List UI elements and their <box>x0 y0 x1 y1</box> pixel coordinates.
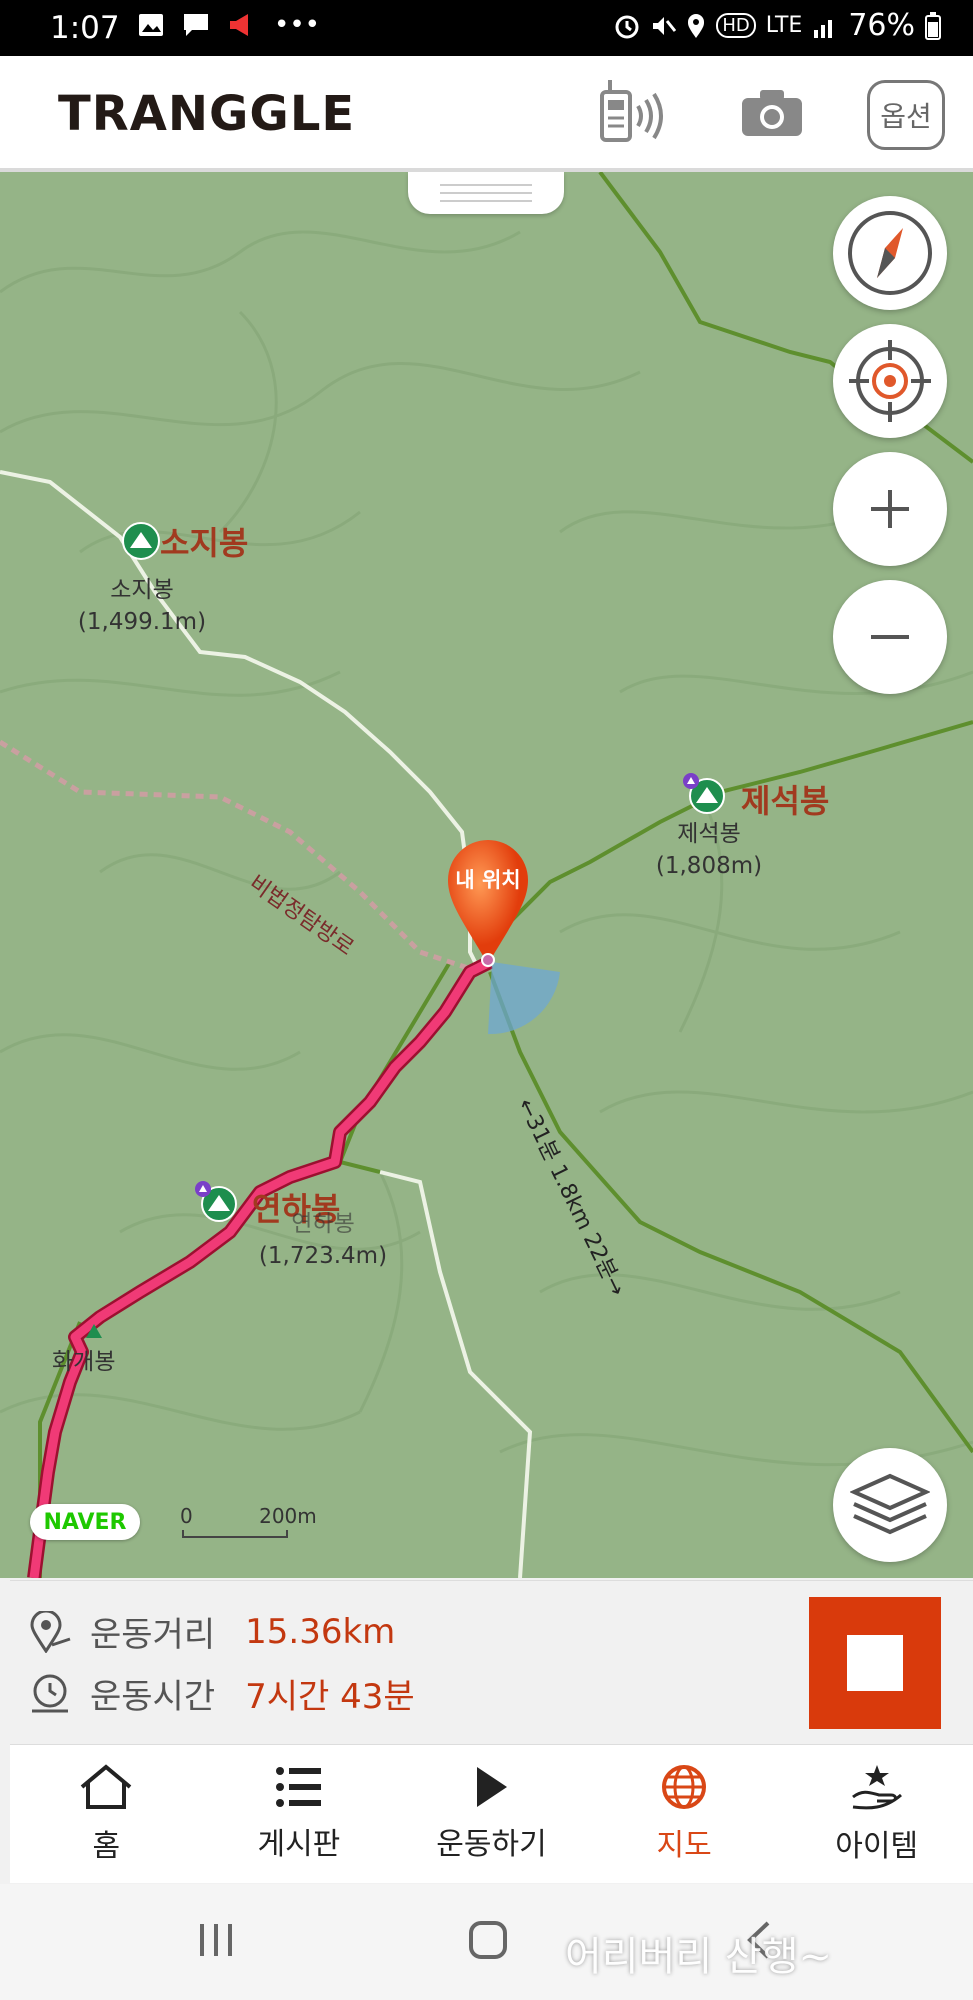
status-time: 1:07 <box>50 10 120 46</box>
play-icon <box>477 1767 508 1807</box>
network-type: LTE <box>765 13 803 38</box>
peak-sublabel: 소지봉 <box>110 577 174 603</box>
compass-button[interactable] <box>833 196 947 310</box>
tab-label: 운동하기 <box>436 1827 547 1862</box>
peak-elevation: (1,723.4m) <box>258 1243 388 1269</box>
unofficial-trail-line <box>0 739 481 975</box>
peak-sublabel: 연하봉 <box>291 1211 355 1237</box>
bottom-tab-bar: 홈 게시판 운동하기 지도 아이템 <box>10 1744 973 1883</box>
tab-board[interactable]: 게시판 <box>203 1745 396 1883</box>
zoom-in-icon <box>871 490 909 528</box>
tab-label: 아이템 <box>835 1829 919 1864</box>
tab-label: 게시판 <box>257 1827 341 1862</box>
peak-marker-icon[interactable] <box>84 1322 104 1340</box>
system-nav-bar: 어리버리 산행~ <box>0 1884 973 2000</box>
peak-title-sojibong[interactable]: 소지봉 <box>160 518 248 564</box>
distance-value: 15.36km <box>245 1611 396 1652</box>
camera-icon <box>742 90 802 136</box>
app-logo: TRANGGLE <box>58 86 356 142</box>
watermark-text: 어리버리 산행~ <box>565 1934 833 1980</box>
alarm-icon <box>615 15 639 38</box>
target-icon <box>849 340 931 422</box>
zoom-out-icon <box>871 635 909 639</box>
more-icon: ••• <box>274 10 321 40</box>
megaphone-icon <box>230 14 248 36</box>
compass-icon <box>848 211 932 295</box>
map-view[interactable]: 소지봉 소지봉 (1,499.1m) 제석봉 제석봉 (1,808m) 연하봉 … <box>0 172 973 1578</box>
tab-items[interactable]: 아이템 <box>780 1745 973 1883</box>
my-location-marker[interactable]: 내 위치 <box>446 836 530 968</box>
signal-icon <box>814 19 833 38</box>
status-system-icons: HD LTE 76% <box>614 8 941 43</box>
location-pin-icon <box>448 840 528 967</box>
time-value: 7시간 43분 <box>245 1677 415 1717</box>
map-provider-badge: NAVER <box>30 1504 140 1540</box>
peak-elevation: (1,808m) <box>655 853 763 879</box>
peak-sublabel: 제석봉 <box>677 821 741 847</box>
peak-marker-icon[interactable] <box>681 772 725 816</box>
home-nav-icon[interactable] <box>468 1920 508 1960</box>
walkie-talkie-button[interactable] <box>592 76 672 148</box>
star-hand-icon <box>851 1765 902 1810</box>
zoom-out-button[interactable] <box>833 580 947 694</box>
time-label: 운동시간 <box>90 1677 216 1717</box>
heading-cone <box>488 962 560 1035</box>
layers-button[interactable] <box>833 1448 947 1562</box>
status-notification-icons: ••• <box>138 10 320 40</box>
recent-apps-icon[interactable] <box>196 1922 236 1958</box>
my-location-label: 내 위치 <box>455 868 521 892</box>
stop-icon <box>847 1635 903 1691</box>
scale-zero: 0 <box>180 1504 193 1528</box>
stop-recording-button[interactable] <box>809 1597 941 1729</box>
tab-label: 지도 <box>656 1828 712 1863</box>
message-icon <box>184 14 208 36</box>
battery-percent: 76% <box>848 8 915 43</box>
peak-info-jeseokbong: 제석봉 (1,808m) <box>648 818 770 882</box>
peak-elevation: (1,499.1m) <box>77 609 207 635</box>
tab-home[interactable]: 홈 <box>10 1745 203 1883</box>
peak-title-jeseokbong[interactable]: 제석봉 <box>741 776 829 822</box>
scale-distance: 200m <box>259 1504 317 1528</box>
layers-icon <box>850 1473 930 1535</box>
peak-info-sojibong: 소지봉 (1,499.1m) <box>76 574 208 638</box>
tab-map[interactable]: 지도 <box>588 1745 781 1883</box>
activity-stats-panel: 운동거리 15.36km 운동시간 7시간 43분 <box>10 1580 973 1743</box>
location-icon <box>688 13 705 38</box>
walkie-talkie-icon <box>600 80 663 142</box>
peak-title-hwagaebong: 화개봉 <box>52 1349 116 1375</box>
peak-marker-icon[interactable] <box>122 522 160 560</box>
distance-pin-icon <box>30 1610 71 1653</box>
distance-stat: 운동거리 15.36km <box>30 1607 395 1656</box>
time-stat: 운동시간 7시간 43분 <box>30 1669 415 1718</box>
locate-me-button[interactable] <box>833 324 947 438</box>
globe-icon <box>662 1765 707 1809</box>
mute-icon <box>653 16 677 35</box>
battery-icon <box>925 11 941 40</box>
peak-marker-icon[interactable] <box>193 1180 237 1224</box>
app-header: TRANGGLE 옵션 <box>0 56 973 172</box>
zoom-in-button[interactable] <box>833 452 947 566</box>
home-icon <box>81 1764 132 1809</box>
options-button[interactable]: 옵션 <box>867 80 945 150</box>
camera-button[interactable] <box>732 76 812 148</box>
peak-info-yeonhabong: 연하봉 (1,723.4m) <box>256 1208 390 1272</box>
gallery-icon <box>139 14 163 36</box>
distance-label: 운동거리 <box>90 1615 216 1655</box>
tab-workout[interactable]: 운동하기 <box>395 1745 588 1883</box>
tab-label: 홈 <box>92 1829 121 1864</box>
clock-pin-icon <box>32 1674 68 1712</box>
list-icon <box>275 1767 321 1807</box>
status-bar: 1:07 ••• HD LTE 76% <box>0 0 973 56</box>
map-scale: 0 200m <box>180 1504 317 1538</box>
map-drag-handle[interactable] <box>408 172 564 214</box>
hd-icon: HD <box>716 13 756 38</box>
